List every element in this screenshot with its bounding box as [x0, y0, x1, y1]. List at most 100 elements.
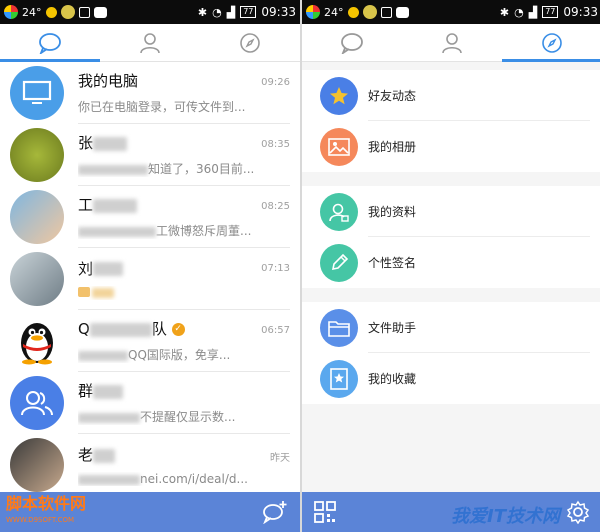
app-notification-icon	[306, 5, 320, 19]
conversation-name: 我的电脑	[78, 72, 139, 90]
conversation-name: 老	[78, 446, 94, 464]
person-icon	[442, 32, 462, 53]
conversation-time: 09:26	[261, 77, 290, 88]
list-item[interactable]: 我的电脑 你已在电脑登录，可传文件到... 09:26	[0, 62, 300, 124]
tab-discover[interactable]	[502, 24, 600, 62]
temperature-text: 24°	[22, 5, 42, 19]
avatar	[10, 438, 64, 492]
list-item[interactable]: 刘 07:13	[0, 248, 300, 310]
compass-icon	[240, 32, 260, 53]
blurred-name	[89, 322, 152, 337]
avatar	[10, 314, 64, 368]
list-item[interactable]: 工 工微博怒斥周董... 08:25	[0, 186, 300, 248]
new-chat-icon[interactable]	[262, 500, 288, 524]
app-notification-icon	[4, 5, 18, 19]
messenger-icon	[93, 6, 107, 18]
conversation-list: 我的电脑 你已在电脑登录，可传文件到... 09:26 张 知道了，360目前.…	[0, 62, 300, 496]
clock-text: 09:33	[261, 5, 296, 19]
weather-sun-icon	[45, 6, 57, 18]
star-icon	[320, 76, 358, 115]
feature-group: 我的资料 个性签名	[302, 186, 600, 288]
tab-contacts[interactable]	[100, 24, 200, 61]
list-item[interactable]: 群 不提醒仅显示数...	[0, 372, 300, 434]
avatar	[10, 252, 64, 306]
chat-bubble-icon	[341, 32, 363, 54]
conversation-name: 刘	[78, 259, 94, 278]
blurred-text	[92, 288, 114, 298]
conversation-name: 群	[78, 382, 94, 400]
blurred-name	[93, 384, 124, 399]
blurred-text	[78, 474, 140, 485]
blurred-text	[78, 164, 148, 175]
feature-item-friend-feed[interactable]: 好友动态	[302, 70, 600, 121]
blurred-text	[78, 412, 140, 423]
blurred-name	[93, 198, 138, 213]
settings-gear-icon[interactable]	[566, 500, 590, 524]
feature-item-my-profile[interactable]: 我的资料	[302, 186, 600, 237]
signal-icon: ▟	[226, 5, 236, 19]
conversation-time: 06:57	[261, 325, 290, 336]
battery-icon: 77	[240, 6, 257, 18]
clock-text: 09:33	[563, 5, 598, 19]
tab-discover[interactable]	[200, 24, 300, 61]
status-bar: 24° ✱ ◔ ▟ 77 09:33	[0, 0, 300, 24]
folder-icon	[320, 308, 358, 347]
weather-sun-icon	[347, 6, 359, 18]
watermark-text: 我爱IT技术网	[451, 506, 560, 527]
feature-item-signature[interactable]: 个性签名	[302, 237, 600, 288]
temperature-text: 24°	[324, 5, 344, 19]
feature-label: 我的收藏	[368, 372, 417, 386]
tab-contacts[interactable]	[402, 24, 502, 61]
right-phone-screen: 24° ✱ ◔ ▟ 77 09:33 好友动态 我的相册 我的资料 个性签名 文…	[302, 0, 600, 532]
emoji-icon	[78, 286, 90, 297]
signal-icon: ▟	[528, 5, 538, 19]
conversation-name-suffix: 队	[151, 320, 167, 338]
wifi-icon: ◔	[212, 5, 222, 19]
verified-badge-icon: ✓	[171, 323, 185, 336]
blurred-name	[93, 262, 124, 276]
conversation-time: 07:13	[261, 263, 290, 274]
bluetooth-icon: ✱	[197, 5, 208, 19]
bag-icon	[380, 6, 392, 18]
feature-group: 好友动态 我的相册	[302, 70, 600, 172]
conversation-preview: nei.com/i/deal/d...	[140, 472, 248, 486]
profile-card-icon	[320, 192, 358, 231]
group-people-icon	[21, 391, 53, 416]
conversation-preview: 你已在电脑登录，可传文件到...	[78, 100, 246, 114]
conversation-name: 工	[78, 196, 94, 214]
conversation-preview: 不提醒仅显示数...	[140, 410, 236, 424]
bag-icon	[78, 6, 90, 18]
battery-icon: 77	[542, 6, 559, 18]
feature-item-photo-album[interactable]: 我的相册	[302, 121, 600, 172]
pencil-icon	[320, 243, 358, 282]
conversation-name: Q	[78, 320, 90, 338]
tab-messages[interactable]	[0, 24, 100, 62]
watermark-url: WWW.D9SOFT.COM	[6, 516, 74, 524]
blurred-name	[93, 448, 116, 463]
feature-label: 我的资料	[368, 186, 590, 237]
avatar	[10, 128, 64, 182]
list-item[interactable]: Q 队 ✓ QQ国际版，免享... 06:57	[0, 310, 300, 372]
conversation-time: 08:25	[261, 201, 290, 212]
tab-messages[interactable]	[302, 24, 402, 61]
avatar	[10, 376, 64, 430]
list-item[interactable]: 老 nei.com/i/deal/d... 昨天	[0, 434, 300, 496]
bookmark-star-icon	[320, 359, 358, 398]
conversation-time: 昨天	[270, 453, 290, 464]
watermark-title: 脚本软件网	[6, 494, 87, 513]
conversation-preview: 工微博怒斥周董...	[156, 224, 252, 238]
feature-label: 个性签名	[368, 256, 417, 270]
blurred-text	[78, 226, 156, 237]
main-tabs	[302, 24, 600, 62]
qr-code-icon[interactable]	[314, 501, 336, 523]
feature-item-file-assistant[interactable]: 文件助手	[302, 302, 600, 353]
wifi-icon: ◔	[514, 5, 524, 19]
qq-penguin-icon	[21, 323, 53, 365]
watermark-logo: 脚本软件网 WWW.D9SOFT.COM	[6, 496, 86, 528]
conversation-name: 张	[78, 134, 94, 152]
photo-icon	[320, 127, 358, 166]
feature-item-favorites[interactable]: 我的收藏	[302, 353, 600, 404]
feature-label: 好友动态	[368, 70, 590, 121]
conversation-time: 08:35	[261, 139, 290, 150]
list-item[interactable]: 张 知道了，360目前... 08:35	[0, 124, 300, 186]
